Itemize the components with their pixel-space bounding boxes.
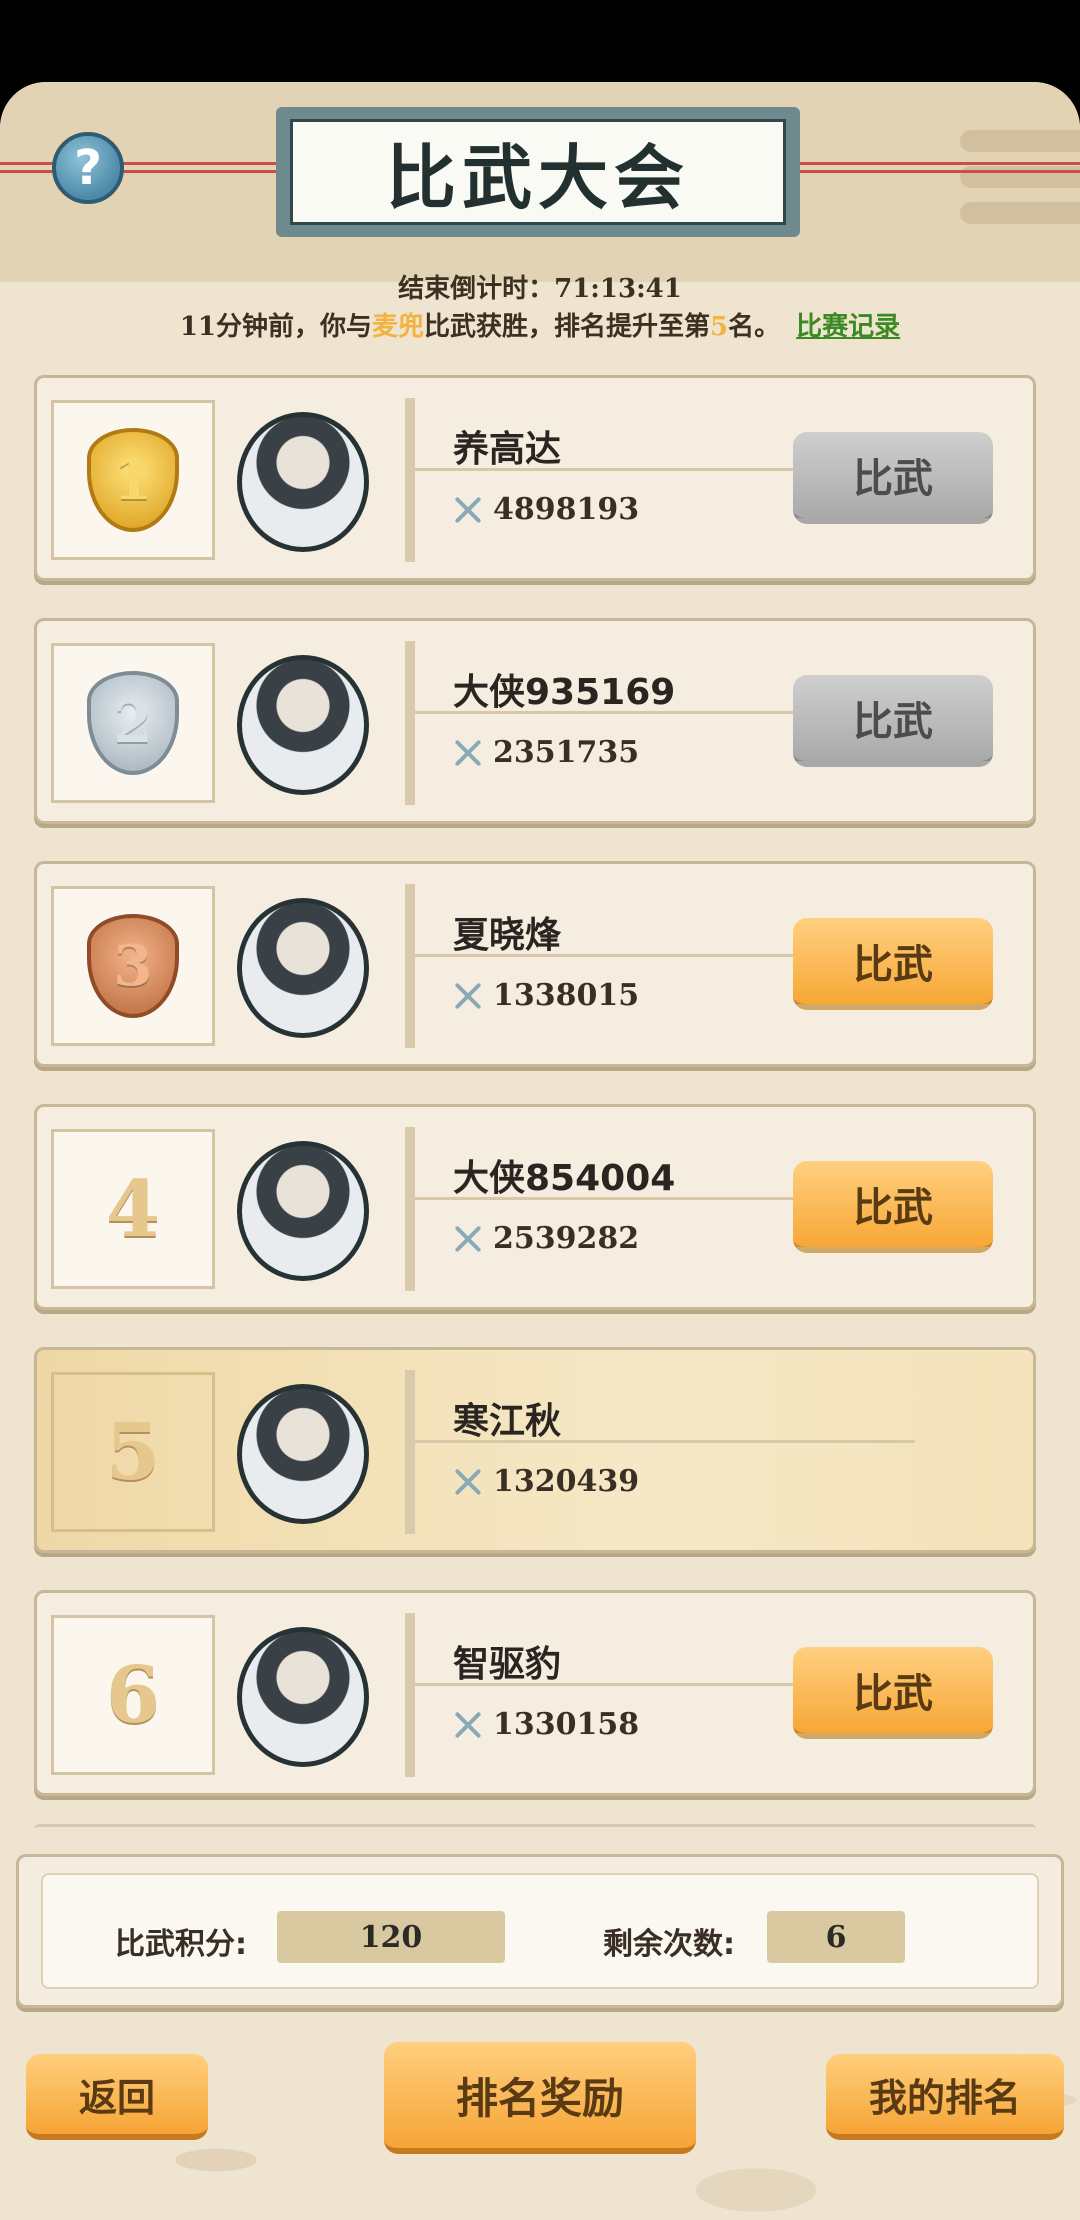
rank-box: 4 <box>51 1129 215 1289</box>
power-value: 1330158 <box>451 1707 639 1742</box>
player-name: 大侠935169 <box>453 672 676 713</box>
rank-row-5-self: 5 寒江秋 1320439 <box>34 1347 1036 1553</box>
power-number: 2539282 <box>493 1221 640 1256</box>
player-info: 寒江秋 1320439 <box>405 1370 1015 1534</box>
silver-medal-icon: 2 <box>87 671 179 775</box>
crossed-swords-icon <box>451 1222 485 1256</box>
battle-news: 11分钟前，你与麦兜比武获胜，排名提升至第5名。 比赛记录 <box>0 306 1080 343</box>
rank-row-3: 3 夏晓烽 1338015 比武 <box>34 861 1036 1067</box>
rank-box: 6 <box>51 1615 215 1775</box>
avatar <box>237 1141 369 1281</box>
player-name: 寒江秋 <box>453 1401 562 1442</box>
rank-box: 3 <box>51 886 215 1046</box>
question-icon: ? <box>74 140 102 196</box>
challenge-button[interactable]: 比武 <box>793 675 993 767</box>
rank-box: 1 <box>51 400 215 560</box>
back-button[interactable]: 返回 <box>26 2054 208 2140</box>
player-name: 智驱豹 <box>453 1644 562 1685</box>
challenge-button[interactable]: 比武 <box>793 432 993 524</box>
crossed-swords-icon <box>451 1708 485 1742</box>
challenge-button[interactable]: 比武 <box>793 1647 993 1739</box>
power-value: 1320439 <box>451 1464 639 1499</box>
stats-panel: 比武积分: 120 剩余次数: 6 <box>16 1854 1064 2008</box>
avatar <box>237 655 369 795</box>
rank-box: 5 <box>51 1372 215 1532</box>
news-rank: 5 <box>710 312 729 342</box>
avatar <box>237 1384 369 1524</box>
title-plaque: 比武大会 <box>276 107 800 237</box>
my-rank-button[interactable]: 我的排名 <box>826 2054 1064 2140</box>
remaining-value: 6 <box>767 1911 905 1963</box>
news-suffix: 名。 <box>728 312 781 342</box>
avatar <box>237 412 369 552</box>
news-opponent: 麦兜 <box>372 312 425 342</box>
crossed-swords-icon <box>451 736 485 770</box>
rank-row-1: 1 养高达 4898193 比武 <box>34 375 1036 581</box>
rank-row-4: 4 大侠854004 2539282 比武 <box>34 1104 1036 1310</box>
score-label: 比武积分: <box>115 1927 247 1962</box>
power-number: 1338015 <box>493 978 640 1013</box>
player-name: 养高达 <box>453 429 562 470</box>
power-value: 2539282 <box>451 1221 639 1256</box>
match-record-link[interactable]: 比赛记录 <box>796 312 900 342</box>
challenge-button[interactable]: 比武 <box>793 1161 993 1253</box>
rank-row-2: 2 大侠935169 2351735 比武 <box>34 618 1036 824</box>
decorative-stripes <box>960 130 1080 270</box>
crossed-swords-icon <box>451 493 485 527</box>
app-screen: ? 比武大会 结束倒计时：71:13:41 11分钟前，你与麦兜比武获胜，排名提… <box>0 82 1080 2220</box>
page-title: 比武大会 <box>386 136 690 219</box>
rank-number: 4 <box>105 1163 161 1255</box>
power-value: 1338015 <box>451 978 639 1013</box>
rank-number: 5 <box>105 1406 161 1498</box>
avatar <box>237 1627 369 1767</box>
crossed-swords-icon <box>451 979 485 1013</box>
rank-box: 2 <box>51 643 215 803</box>
challenge-button[interactable]: 比武 <box>793 918 993 1010</box>
player-name: 夏晓烽 <box>453 915 562 956</box>
score-value: 120 <box>277 1911 505 1963</box>
next-row-edge <box>34 1824 1036 1834</box>
power-number: 1330158 <box>493 1707 640 1742</box>
power-value: 2351735 <box>451 735 639 770</box>
help-button[interactable]: ? <box>52 132 124 204</box>
crossed-swords-icon <box>451 1465 485 1499</box>
power-value: 4898193 <box>451 492 639 527</box>
news-prefix: 11分钟前，你与 <box>179 312 373 342</box>
power-number: 2351735 <box>493 735 640 770</box>
remaining-label: 剩余次数: <box>603 1927 735 1962</box>
bronze-medal-icon: 3 <box>87 914 179 1018</box>
player-name: 大侠854004 <box>453 1158 676 1199</box>
countdown-label: 结束倒计时： <box>398 274 555 304</box>
gold-medal-icon: 1 <box>87 428 179 532</box>
avatar <box>237 898 369 1038</box>
news-middle: 比武获胜，排名提升至第 <box>424 312 711 342</box>
power-number: 4898193 <box>493 492 640 527</box>
countdown: 结束倒计时：71:13:41 <box>0 268 1080 305</box>
rank-row-6: 6 智驱豹 1330158 比武 <box>34 1590 1036 1796</box>
rank-number: 6 <box>105 1649 161 1741</box>
rank-rewards-button[interactable]: 排名奖励 <box>384 2042 696 2154</box>
countdown-value: 71:13:41 <box>554 274 682 304</box>
power-number: 1320439 <box>493 1464 640 1499</box>
